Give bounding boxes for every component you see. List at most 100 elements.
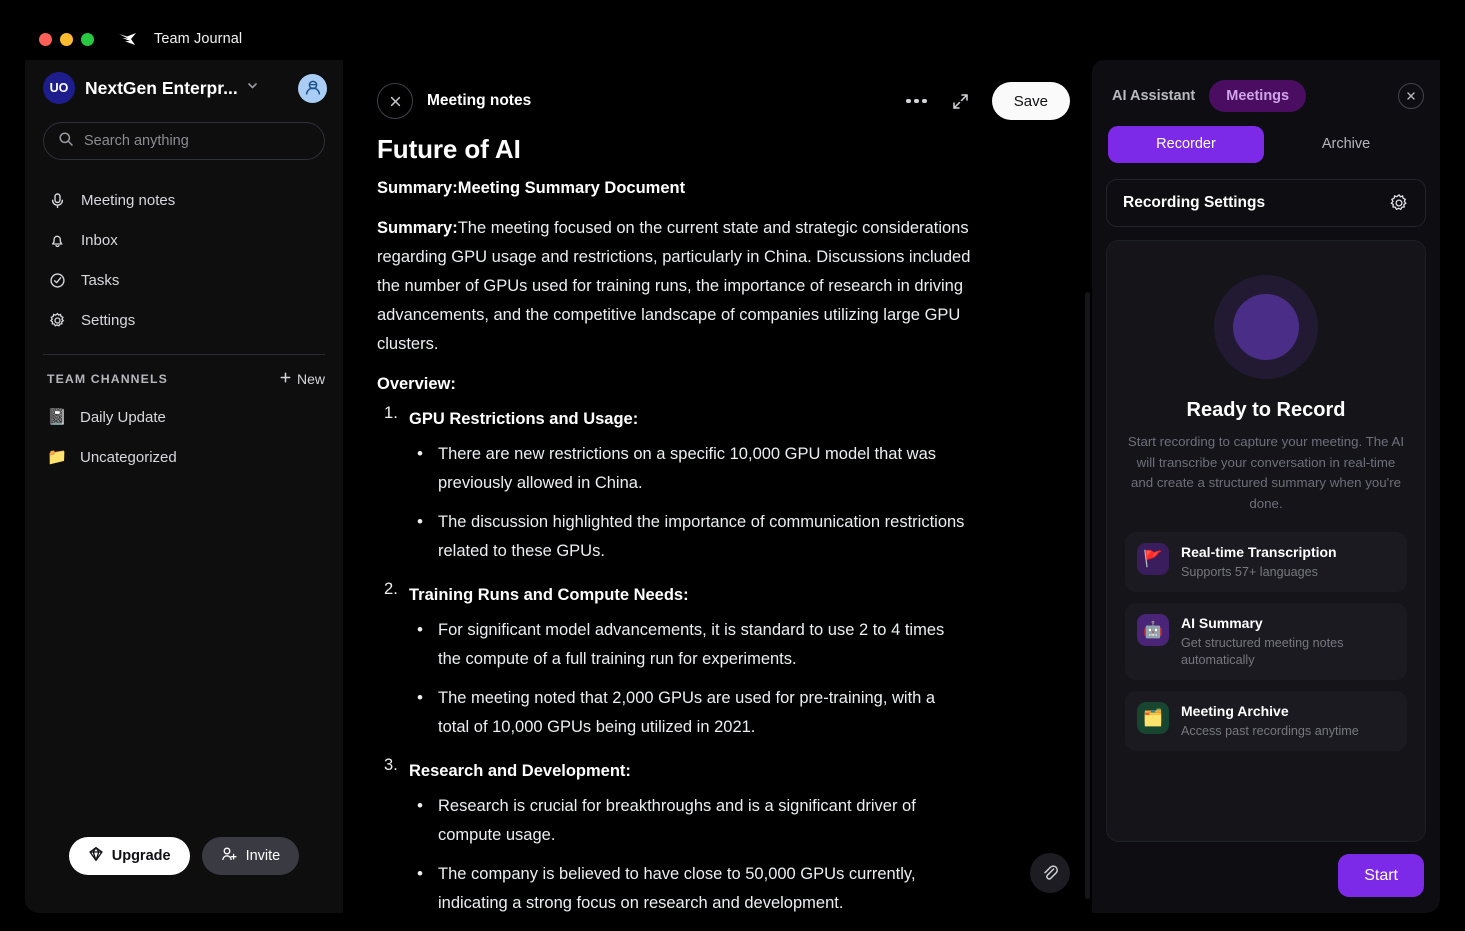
expand-diagonal-icon[interactable]: [951, 92, 970, 111]
more-horizontal-icon[interactable]: [904, 93, 929, 110]
search-input[interactable]: [84, 133, 310, 149]
bullet-item: Research is crucial for breakthroughs an…: [409, 791, 969, 850]
document-breadcrumb: Meeting notes: [427, 92, 532, 109]
overview-sections: GPU Restrictions and Usage: There are ne…: [377, 404, 1032, 913]
diamond-icon: [88, 846, 104, 866]
user-avatar-icon[interactable]: [298, 73, 327, 103]
workspace-name: NextGen Enterpr...: [85, 77, 238, 98]
overview-section: Training Runs and Compute Needs: For sig…: [377, 580, 1032, 742]
ready-description: Start recording to capture your meeting.…: [1127, 434, 1405, 511]
card-file-box-icon: 🗂️: [1137, 702, 1169, 734]
window-minimize-button[interactable]: [60, 32, 73, 46]
feature-title: Meeting Archive: [1181, 703, 1289, 719]
sidebar: UO NextGen Enterpr... Search anything Me…: [25, 60, 343, 913]
overview-section: GPU Restrictions and Usage: There are ne…: [377, 404, 1032, 566]
channel-item-daily-update[interactable]: 📓 Daily Update: [43, 397, 325, 437]
document-summary-paragraph: Summary:The meeting focused on the curre…: [377, 214, 977, 359]
ai-panel-tabs: AI Assistant Meetings: [1092, 60, 1440, 112]
new-channel-button[interactable]: New: [279, 371, 325, 387]
section-bullets: There are new restrictions on a specific…: [409, 439, 1032, 566]
bullet-item: For significant model advancements, it i…: [409, 615, 969, 674]
sidebar-nav: Meeting notes Inbox Tasks Settings: [25, 180, 343, 340]
channel-label: Uncategorized: [80, 448, 177, 466]
document-scrollbar[interactable]: [1085, 292, 1090, 899]
chevron-down-icon[interactable]: [246, 79, 259, 97]
tab-ai-assistant[interactable]: AI Assistant: [1108, 81, 1199, 111]
paperclip-icon[interactable]: [1030, 853, 1070, 893]
check-circle-icon: [47, 272, 67, 289]
section-heading: GPU Restrictions and Usage:: [409, 410, 639, 428]
robot-icon: 🤖: [1137, 614, 1169, 646]
summary-label: Summary:: [377, 219, 458, 237]
bullet-item: There are new restrictions on a specific…: [409, 439, 969, 498]
bell-icon: [47, 232, 67, 249]
invite-button[interactable]: Invite: [201, 837, 300, 875]
ai-panel-footer: Start: [1092, 842, 1440, 913]
feature-card-meeting-archive[interactable]: 🗂️ Meeting Archive Access past recording…: [1125, 691, 1407, 751]
document-title: Future of AI: [377, 134, 521, 164]
upgrade-label: Upgrade: [111, 848, 171, 864]
invite-label: Invite: [245, 848, 281, 864]
search-box[interactable]: [43, 122, 325, 160]
gear-icon[interactable]: [1389, 193, 1409, 213]
microphone-icon: [47, 192, 67, 209]
summary-text: The meeting focused on the current state…: [377, 219, 971, 353]
title-bar: Team Journal: [25, 18, 1440, 60]
section-bullets: Research is crucial for breakthroughs an…: [409, 791, 1032, 913]
team-channels-header: TEAM CHANNELS New: [25, 355, 343, 387]
start-recording-button[interactable]: Start: [1338, 854, 1424, 897]
sidebar-item-label: Meeting notes: [81, 191, 176, 209]
app-window: Team Journal UO NextGen Enterpr... Searc…: [25, 18, 1440, 913]
summary-heading-value: Meeting Summary Document: [457, 179, 686, 197]
sidebar-item-inbox[interactable]: Inbox: [43, 220, 325, 260]
document-header: Meeting notes Save: [343, 60, 1092, 126]
workspace-header[interactable]: UO NextGen Enterpr...: [25, 60, 343, 110]
save-button[interactable]: Save: [991, 82, 1070, 120]
record-orb-outer: [1214, 275, 1318, 379]
recording-settings-row[interactable]: Recording Settings: [1106, 179, 1426, 227]
close-circle-icon[interactable]: [377, 83, 413, 119]
sidebar-item-label: Tasks: [81, 271, 120, 289]
tab-meetings[interactable]: Meetings: [1209, 80, 1307, 112]
channel-list: 📓 Daily Update 📁 Uncategorized: [25, 387, 343, 477]
feature-card-transcription[interactable]: 🚩 Real-time Transcription Supports 57+ l…: [1125, 532, 1407, 592]
bird-logo-icon: [118, 32, 137, 47]
gear-icon: [47, 312, 67, 329]
ai-assistant-panel: AI Assistant Meetings Recorder Archive R…: [1092, 60, 1440, 913]
channel-label: Daily Update: [80, 408, 166, 426]
recording-settings-label: Recording Settings: [1123, 194, 1266, 211]
plus-icon: [279, 371, 292, 387]
sidebar-item-label: Settings: [81, 311, 136, 329]
sidebar-item-meeting-notes[interactable]: Meeting notes: [43, 180, 325, 220]
notebook-icon: 📓: [47, 409, 67, 426]
subtab-archive[interactable]: Archive: [1268, 126, 1424, 163]
team-channels-title: TEAM CHANNELS: [47, 372, 168, 386]
document-panel: Meeting notes Save Future of AI Summary:…: [343, 60, 1092, 913]
feature-subtitle: Get structured meeting notes automatical…: [1181, 636, 1344, 667]
ready-title: Ready to Record: [1186, 399, 1346, 421]
main-body: UO NextGen Enterpr... Search anything Me…: [25, 60, 1440, 913]
overview-section: Research and Development: Research is cr…: [377, 756, 1032, 913]
workspace-avatar: UO: [43, 72, 75, 104]
window-close-button[interactable]: [39, 32, 52, 46]
channel-item-uncategorized[interactable]: 📁 Uncategorized: [43, 437, 325, 477]
overview-label: Overview:: [377, 375, 456, 393]
feature-list: 🚩 Real-time Transcription Supports 57+ l…: [1125, 532, 1407, 751]
feature-subtitle: Access past recordings anytime: [1181, 724, 1359, 738]
sidebar-item-label: Inbox: [81, 231, 118, 249]
bullet-item: The company is believed to have close to…: [409, 859, 969, 913]
new-channel-label: New: [296, 371, 325, 387]
feature-title: Real-time Transcription: [1181, 544, 1337, 560]
feature-card-ai-summary[interactable]: 🤖 AI Summary Get structured meeting note…: [1125, 603, 1407, 680]
sidebar-item-tasks[interactable]: Tasks: [43, 260, 325, 300]
summary-heading-label: Summary:: [377, 179, 458, 197]
person-add-icon: [221, 846, 238, 866]
subtab-recorder[interactable]: Recorder: [1108, 126, 1264, 163]
close-circle-icon[interactable]: [1398, 83, 1424, 109]
upgrade-button[interactable]: Upgrade: [68, 837, 190, 875]
search-icon: [58, 131, 74, 152]
feature-subtitle: Supports 57+ languages: [1181, 565, 1318, 579]
flag-icon: 🚩: [1137, 543, 1169, 575]
sidebar-item-settings[interactable]: Settings: [43, 300, 325, 340]
window-maximize-button[interactable]: [81, 32, 94, 46]
